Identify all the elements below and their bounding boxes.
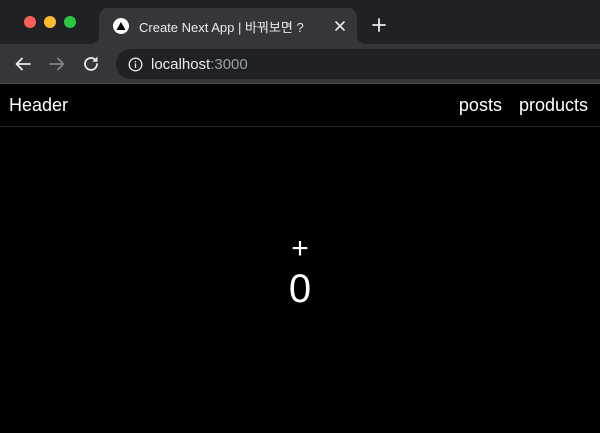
- window-minimize-button[interactable]: [44, 16, 56, 28]
- nav-link-products[interactable]: products: [519, 95, 588, 116]
- page-content: Header posts products + 0: [0, 84, 600, 433]
- reload-icon[interactable]: [81, 54, 101, 74]
- counter: + 0: [0, 234, 600, 312]
- url-port: :3000: [210, 55, 248, 73]
- increment-button[interactable]: +: [285, 234, 315, 264]
- site-info-icon[interactable]: [128, 57, 143, 72]
- counter-value: 0: [288, 267, 312, 311]
- browser-tab-bar: Create Next App | 바꿔보면 ?: [0, 0, 600, 44]
- url-host: localhost: [151, 55, 211, 73]
- forward-arrow-icon[interactable]: [47, 54, 67, 74]
- window-maximize-button[interactable]: [64, 16, 76, 28]
- back-arrow-icon[interactable]: [13, 54, 33, 74]
- browser-tab[interactable]: Create Next App | 바꿔보면 ?: [90, 8, 366, 44]
- browser-toolbar: localhost:3000: [0, 44, 600, 84]
- address-bar[interactable]: localhost:3000: [116, 49, 600, 79]
- address-url: localhost:3000: [151, 56, 248, 73]
- site-header: Header posts products: [0, 84, 600, 127]
- new-tab-plus-icon[interactable]: [370, 16, 388, 34]
- header-brand: Header: [9, 94, 69, 115]
- nav-link-posts[interactable]: posts: [459, 95, 502, 116]
- window-close-button[interactable]: [24, 16, 36, 28]
- tab-close-icon[interactable]: [332, 18, 348, 34]
- tab-title: Create Next App | 바꿔보면 ?: [139, 19, 304, 35]
- header-nav: posts products: [459, 95, 588, 116]
- nextjs-favicon-icon: [113, 18, 129, 34]
